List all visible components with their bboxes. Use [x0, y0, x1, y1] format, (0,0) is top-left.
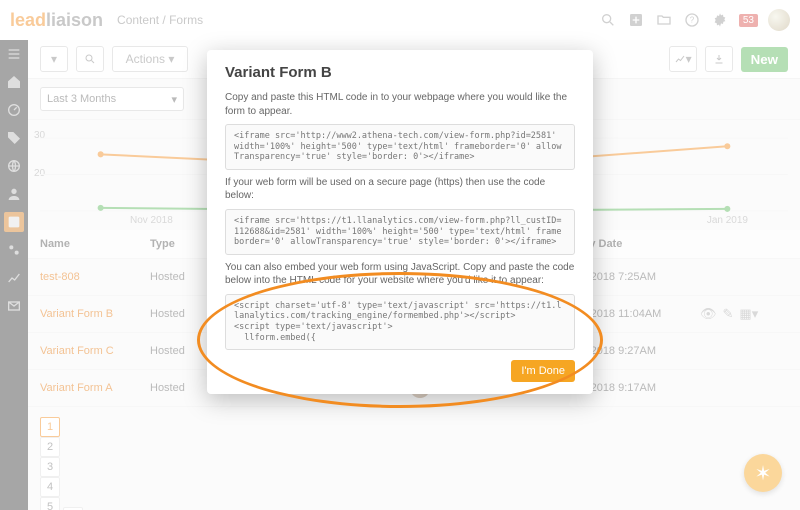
modal-title: Variant Form B: [225, 64, 575, 81]
iframe-code[interactable]: <iframe src='http://www2.athena-tech.com…: [225, 124, 575, 170]
iframe-https-code[interactable]: <iframe src='https://t1.llanalytics.com/…: [225, 209, 575, 255]
done-button[interactable]: I'm Done: [511, 360, 575, 382]
js-embed-code[interactable]: <script charset='utf-8' type='text/javas…: [225, 294, 575, 351]
embed-code-modal: Variant Form B Copy and paste this HTML …: [207, 50, 593, 394]
